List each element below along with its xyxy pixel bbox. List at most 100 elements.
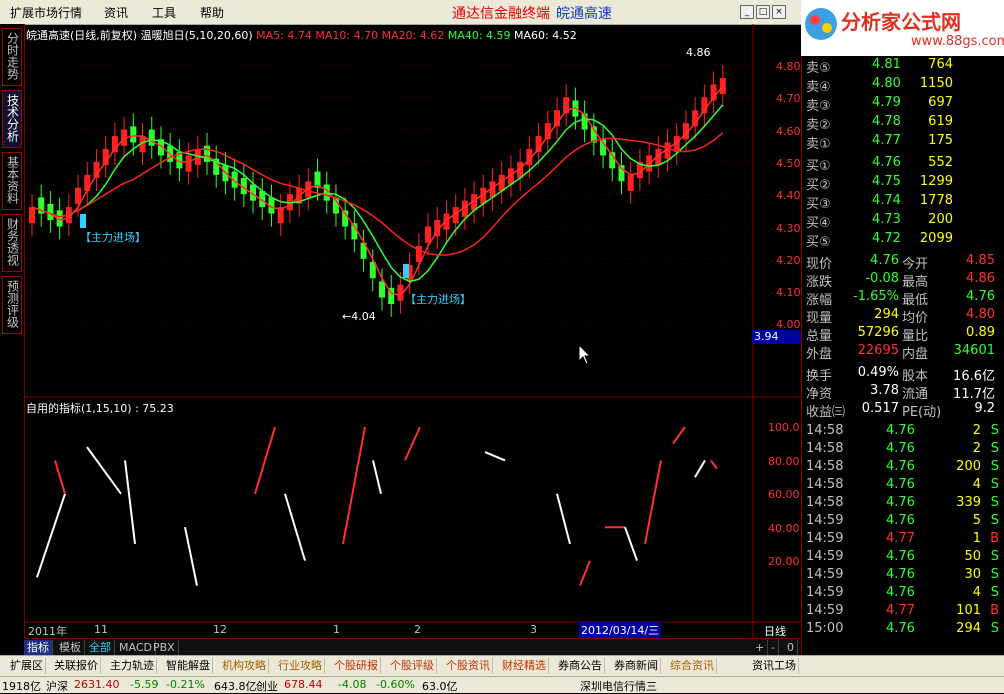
candle-body: [75, 187, 82, 204]
menu-help[interactable]: 帮助: [200, 4, 224, 21]
bid-label: 买②: [806, 178, 831, 193]
minimize-button[interactable]: _: [740, 5, 754, 19]
bid-row[interactable]: 买⑤ 4.72 2099: [802, 230, 1004, 250]
tick-row: 14:59 4.77 1 B: [802, 530, 1004, 548]
function-button[interactable]: 财经精选: [500, 658, 549, 674]
function-button[interactable]: 券商新闻: [612, 658, 661, 674]
status-bar: 1918亿 沪深 2631.40 -5.59 -0.21% 643.8亿 创业 …: [0, 676, 1004, 693]
ma40-value: MA40: 4.59: [447, 29, 511, 42]
date-label-dec: 12: [213, 623, 227, 636]
tick-row: 14:58 4.76 200 S: [802, 458, 1004, 476]
tick-volume: 200: [956, 459, 981, 474]
indicator-segment: [284, 493, 306, 561]
tick-time: 14:59: [806, 585, 844, 600]
close-button[interactable]: ×: [772, 5, 786, 19]
menu-extended-market[interactable]: 扩展市场行情: [10, 4, 82, 21]
zoom-out-button[interactable]: -: [768, 640, 779, 655]
cursor-date-tag: 2012/03/14/三: [579, 622, 662, 638]
quote-row: 现量 294 均价 4.80: [802, 306, 1004, 326]
bid-price: 4.76: [872, 155, 901, 170]
tab-indicator[interactable]: 指标: [24, 640, 53, 655]
tab-finance-label: 财务透视: [5, 218, 20, 266]
tab-template[interactable]: 模板: [56, 640, 85, 655]
indicator-segment: [710, 459, 718, 470]
sub-chart-header: 自用的指标(1,15,10) : 75.23: [26, 400, 174, 416]
candle-body: [425, 226, 432, 243]
chart-area[interactable]: [24, 24, 801, 654]
ask-price: 4.77: [872, 133, 901, 148]
tick-price: 4.76: [886, 423, 915, 438]
period-label[interactable]: 日线: [764, 623, 786, 639]
ask-row[interactable]: 卖④ 4.80 1150: [802, 75, 1004, 95]
quote-value: 0.89: [966, 325, 995, 340]
sub-tick: 60.00: [768, 488, 800, 501]
quote-row: 现价 4.76 今开 4.85: [802, 252, 1004, 272]
chart-canvas[interactable]: [25, 24, 801, 654]
ma-line: [31, 86, 724, 297]
tab-intraday[interactable]: 分时走势: [2, 28, 22, 86]
tab-forecast[interactable]: 预测评级: [2, 276, 22, 334]
tick-direction: B: [990, 603, 999, 618]
info-workshop-button[interactable]: 资讯工场: [750, 658, 799, 674]
maximize-button[interactable]: □: [756, 5, 770, 19]
tick-volume: 2: [972, 441, 981, 456]
price-tick: 4.60: [776, 124, 801, 138]
bid-volume: 200: [928, 212, 953, 227]
ask-label: 卖①: [806, 137, 831, 152]
max-price-label: 4.86: [686, 46, 711, 59]
sub-tick: 40.00: [768, 521, 800, 535]
tick-volume: 5: [972, 513, 981, 528]
bid-price: 4.73: [872, 212, 901, 227]
tab-finance[interactable]: 财务透视: [2, 214, 22, 272]
bid-row[interactable]: 买① 4.76 552: [802, 154, 1004, 174]
indicator-segment: [36, 493, 66, 578]
function-button[interactable]: 扩展区: [8, 658, 46, 674]
tab-fundamentals[interactable]: 基本资料: [2, 152, 22, 210]
menu-tools[interactable]: 工具: [152, 4, 176, 21]
quote-label: 内盘: [902, 347, 929, 362]
ask-volume: 697: [928, 95, 953, 110]
ask-label: 卖③: [806, 99, 831, 114]
status-index-pct: -0.21%: [166, 678, 205, 691]
bid-row[interactable]: 买③ 4.74 1778: [802, 192, 1004, 212]
date-label-mar: 3: [530, 623, 537, 636]
function-button[interactable]: 个股资讯: [444, 658, 493, 674]
tick-price: 4.76: [886, 513, 915, 528]
function-button[interactable]: 主力轨迹: [108, 658, 157, 674]
candle-body: [627, 174, 634, 191]
function-button[interactable]: 券商公告: [556, 658, 605, 674]
function-button[interactable]: 机构攻略: [220, 658, 269, 674]
site-logo: 分析家公式网 www.88gs.com: [801, 0, 1004, 56]
function-button[interactable]: 个股评级: [388, 658, 437, 674]
ask-row[interactable]: 卖② 4.78 619: [802, 113, 1004, 133]
tab-all[interactable]: 全部: [86, 640, 115, 655]
indicator-segment: [624, 526, 638, 561]
tab-pbx[interactable]: PBX: [150, 640, 179, 655]
tick-direction: S: [990, 495, 999, 510]
sub-tick: 20.00: [768, 555, 800, 568]
function-button[interactable]: 综合资讯: [668, 658, 717, 674]
stock-title: 皖通高速: [556, 6, 612, 22]
tick-time: 14:59: [806, 567, 844, 582]
quote-value: -1.65%: [853, 289, 899, 304]
zoom-in-button[interactable]: +: [752, 640, 769, 655]
function-button[interactable]: 个股研报: [332, 658, 381, 674]
tick-volume: 4: [972, 585, 981, 600]
bid-row[interactable]: 买② 4.75 1299: [802, 173, 1004, 193]
function-button[interactable]: 行业攻略: [276, 658, 325, 674]
menu-news[interactable]: 资讯: [104, 4, 128, 21]
tick-row: 14:59 4.76 4 S: [802, 584, 1004, 602]
tab-technical[interactable]: 技术分析: [2, 90, 22, 148]
tick-time: 15:00: [806, 621, 844, 636]
quote-value: 4.80: [966, 307, 995, 322]
fundamental-row: 净资 3.78 流通 11.7亿: [802, 382, 1004, 402]
indicator-segment: [404, 426, 421, 461]
ask-row[interactable]: 卖⑤ 4.81 764: [802, 56, 1004, 76]
bid-row[interactable]: 买④ 4.73 200: [802, 211, 1004, 231]
function-button[interactable]: 智能解盘: [164, 658, 213, 674]
reset-button[interactable]: 0: [784, 640, 798, 655]
ask-row[interactable]: 卖① 4.77 175: [802, 132, 1004, 152]
fundamental-row: 收益㈢ 0.517 PE(动) 9.2: [802, 400, 1004, 420]
function-button[interactable]: 关联报价: [52, 658, 101, 674]
ask-row[interactable]: 卖③ 4.79 697: [802, 94, 1004, 114]
